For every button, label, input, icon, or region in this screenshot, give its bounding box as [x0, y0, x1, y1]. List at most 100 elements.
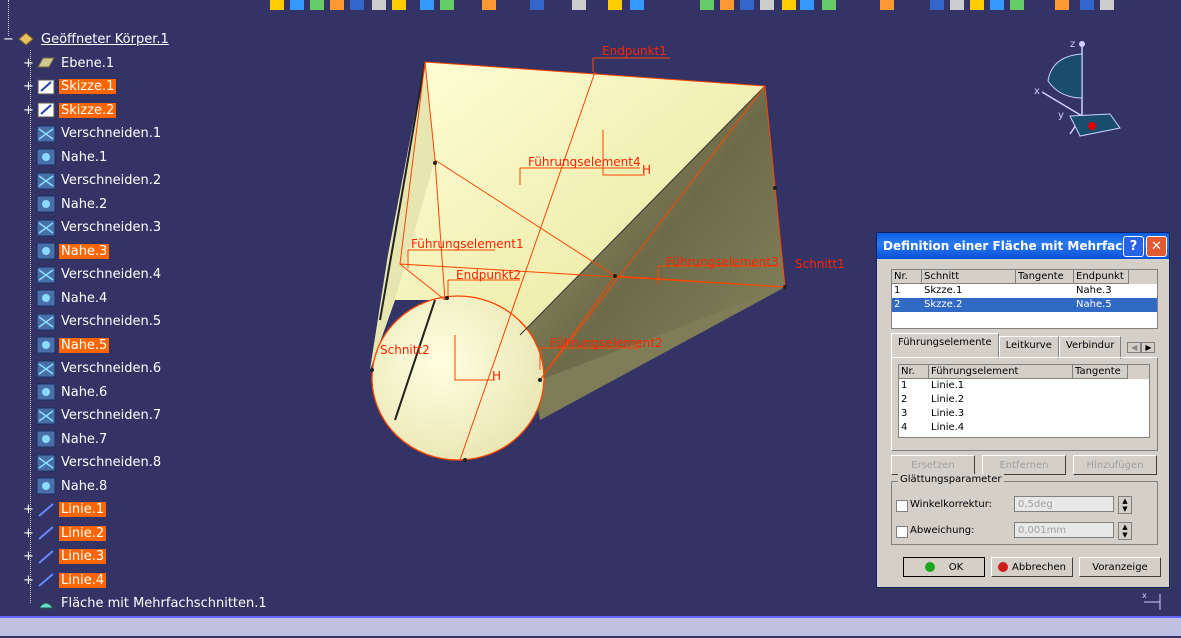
toolbar-icon[interactable]: [1055, 0, 1069, 10]
tree-item[interactable]: · Nahe.2: [24, 194, 109, 214]
toolbar-icon[interactable]: [720, 0, 734, 10]
table-row[interactable]: 4 Linie.4: [899, 421, 1149, 435]
toolbar-icon[interactable]: [740, 0, 754, 10]
toolbar-icon[interactable]: [1010, 0, 1024, 10]
tree-item[interactable]: + Linie.1: [23, 500, 107, 520]
toolbar-icon[interactable]: [310, 0, 324, 10]
toolbar-icon[interactable]: [760, 0, 774, 10]
toolbar-icon[interactable]: [572, 0, 586, 10]
deviation-field[interactable]: 0,001mm: [1014, 522, 1114, 538]
sections-table[interactable]: Nr. Schnitt Tangente Endpunkt 1 Skzze.1 Nahe.3…: [891, 269, 1158, 329]
toolbar-icon[interactable]: [1100, 0, 1114, 10]
tree-item[interactable]: · Fläche mit Mehrfachschnitten.1: [24, 594, 269, 614]
toolbar-icon[interactable]: [440, 0, 454, 10]
tree-item[interactable]: · Verschneiden.1: [24, 124, 163, 144]
table-row[interactable]: 1 Linie.1: [899, 379, 1149, 393]
tab-scroll-left-icon[interactable]: ◀: [1127, 341, 1142, 353]
tree-item[interactable]: · Nahe.4: [24, 288, 109, 308]
toolbar-icon[interactable]: [970, 0, 984, 10]
replace-button[interactable]: Ersetzen: [891, 455, 975, 475]
tree-item[interactable]: + Ebene.1: [23, 53, 116, 73]
angle-correction-field[interactable]: 0,5deg: [1014, 496, 1114, 512]
tab-scroll-right-icon[interactable]: ▶: [1141, 341, 1156, 353]
table-row[interactable]: 2 Linie.2: [899, 393, 1149, 407]
table-row[interactable]: 2 Skzze.2 Nahe.5: [892, 298, 1157, 312]
toolbar-icon[interactable]: [1080, 0, 1094, 10]
tree-item[interactable]: · Verschneiden.5: [24, 312, 163, 332]
column-header[interactable]: Führungselement: [929, 365, 1073, 379]
tree-item[interactable]: · Verschneiden.6: [24, 359, 163, 379]
toolbar-icon[interactable]: [270, 0, 284, 10]
expand-icon[interactable]: +: [23, 104, 34, 117]
tree-item[interactable]: · Verschneiden.4: [24, 265, 163, 285]
guides-table[interactable]: Nr. Führungselement Tangente 1 Linie.1 2 Linie…: [898, 364, 1150, 438]
toolbar-icon[interactable]: [930, 0, 944, 10]
expand-icon[interactable]: +: [23, 527, 34, 540]
column-header[interactable]: Endpunkt: [1074, 270, 1129, 284]
toolbar-icon[interactable]: [372, 0, 386, 10]
tree-root-node[interactable]: − Geöffneter Körper.1: [3, 29, 171, 49]
tree-item[interactable]: + Linie.4: [23, 570, 107, 590]
toolbar-icon[interactable]: [880, 0, 894, 10]
angle-correction-checkbox[interactable]: [896, 500, 908, 512]
toolbar-icon[interactable]: [822, 0, 836, 10]
tree-item[interactable]: · Nahe.6: [24, 382, 109, 402]
tree-item[interactable]: · Nahe.3: [24, 241, 110, 261]
tree-item[interactable]: + Skizze.2: [23, 100, 117, 120]
deviation-checkbox[interactable]: [896, 526, 908, 538]
deviation-spinner[interactable]: ▲ ▼: [1118, 522, 1132, 540]
table-row[interactable]: 1 Skzze.1 Nahe.3: [892, 284, 1157, 298]
tab-guides[interactable]: Führungselemente: [891, 333, 999, 359]
angle-spinner[interactable]: ▲ ▼: [1118, 496, 1132, 514]
column-header[interactable]: Tangente: [1073, 365, 1128, 379]
tree-item[interactable]: · Nahe.7: [24, 429, 109, 449]
column-header[interactable]: Schnitt: [922, 270, 1016, 284]
tree-item[interactable]: + Linie.2: [23, 523, 107, 543]
near-icon: [36, 476, 56, 496]
tree-item[interactable]: · Verschneiden.7: [24, 406, 163, 426]
column-header[interactable]: Tangente: [1016, 270, 1074, 284]
preview-button[interactable]: Voranzeige: [1079, 557, 1161, 577]
toolbar-icon[interactable]: [608, 0, 622, 10]
expand-icon[interactable]: +: [23, 57, 34, 70]
tree-item[interactable]: · Nahe.8: [24, 476, 109, 496]
tree-item[interactable]: · Verschneiden.8: [24, 453, 163, 473]
compass-widget[interactable]: z x y: [1030, 36, 1130, 150]
toolbar-icon[interactable]: [530, 0, 544, 10]
collapse-icon[interactable]: −: [3, 33, 14, 46]
tree-item[interactable]: · Nahe.5: [24, 335, 110, 355]
toolbar-icon[interactable]: [800, 0, 814, 10]
toolbar-icon[interactable]: [782, 0, 796, 10]
ok-button[interactable]: OK: [903, 557, 985, 577]
add-button[interactable]: Hinzufügen: [1073, 455, 1157, 475]
tab-coupling[interactable]: Verbindur: [1058, 336, 1122, 359]
toolbar-icon[interactable]: [630, 0, 644, 10]
tree-item[interactable]: + Linie.3: [23, 547, 107, 567]
toolbar-icon[interactable]: [420, 0, 434, 10]
toolbar-icon[interactable]: [290, 0, 304, 10]
remove-button[interactable]: Entfernen: [982, 455, 1066, 475]
dialog-titlebar[interactable]: Definition einer Fläche mit Mehrfach... …: [877, 233, 1169, 259]
expand-icon[interactable]: +: [23, 503, 34, 516]
toolbar-icon[interactable]: [482, 0, 496, 10]
expand-icon[interactable]: +: [23, 550, 34, 563]
close-button[interactable]: ✕: [1146, 235, 1167, 257]
toolbar-icon[interactable]: [990, 0, 1004, 10]
expand-icon[interactable]: +: [23, 574, 34, 587]
help-button[interactable]: ?: [1123, 235, 1144, 257]
tree-item[interactable]: · Verschneiden.2: [24, 171, 163, 191]
toolbar-icon[interactable]: [392, 0, 406, 10]
table-row[interactable]: 3 Linie.3: [899, 407, 1149, 421]
tab-spine[interactable]: Leitkurve: [998, 336, 1059, 359]
tree-item[interactable]: · Nahe.1: [24, 147, 109, 167]
toolbar-icon[interactable]: [700, 0, 714, 10]
tree-item[interactable]: + Skizze.1: [23, 77, 117, 97]
cancel-button[interactable]: Abbrechen: [991, 557, 1073, 577]
toolbar-icon[interactable]: [350, 0, 364, 10]
toolbar-icon[interactable]: [950, 0, 964, 10]
column-header[interactable]: Nr.: [892, 270, 922, 284]
tree-item[interactable]: · Verschneiden.3: [24, 218, 163, 238]
column-header[interactable]: Nr.: [899, 365, 929, 379]
expand-icon[interactable]: +: [23, 80, 34, 93]
toolbar-icon[interactable]: [330, 0, 344, 10]
